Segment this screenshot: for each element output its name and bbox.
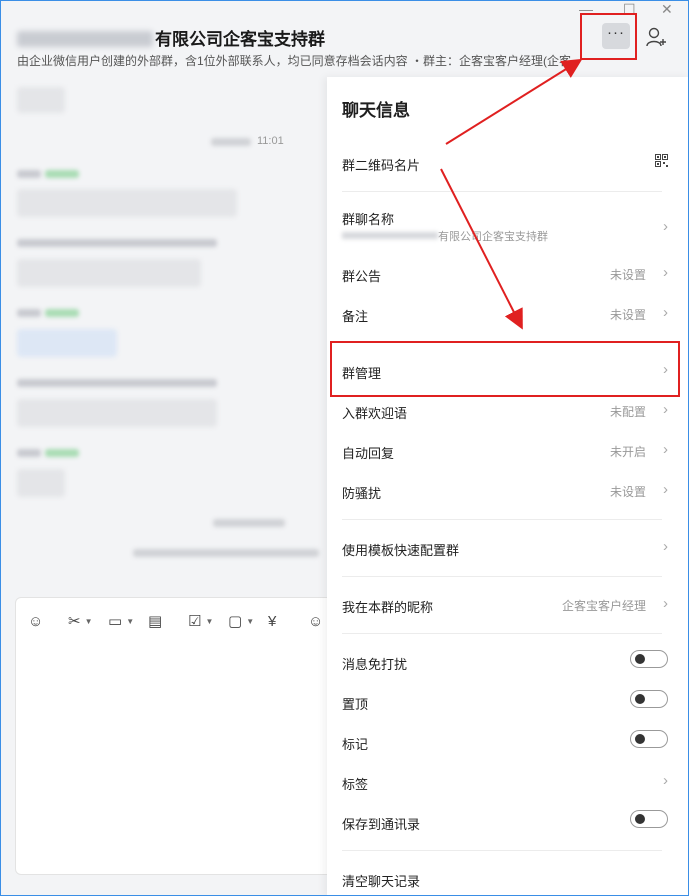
chat-window: 有限公司企客宝支持群 由企业微信用户创建的外部群，含1位外部联系人，均已同意存档… — [0, 0, 689, 896]
arrow-to-group-management — [440, 168, 523, 330]
arrow-to-more-button — [445, 58, 583, 145]
annotation-arrows — [440, 58, 583, 330]
